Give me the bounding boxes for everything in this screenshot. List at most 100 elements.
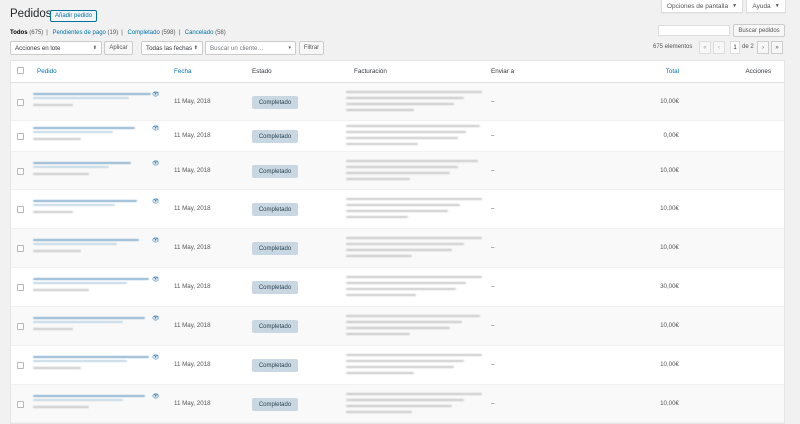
ship-to-value: – <box>491 167 495 174</box>
status-badge: Completado <box>252 242 298 255</box>
bulk-actions-select[interactable]: Acciones en lote ⬍ <box>10 41 102 55</box>
status-badge: Completado <box>252 96 298 109</box>
date-filter-select[interactable]: Todas las fechas ⬍ <box>141 41 203 55</box>
table-row[interactable]: 👁 11 May, 2018 Completado – 10,00€ <box>11 346 784 385</box>
column-date[interactable]: Fecha <box>174 68 192 75</box>
row-checkbox[interactable] <box>17 362 24 369</box>
filter-cancelled[interactable]: Cancelado (58) <box>185 30 226 36</box>
next-page-button[interactable]: › <box>757 41 769 54</box>
status-badge: Completado <box>252 165 298 178</box>
table-body: 👁 11 May, 2018 Completado – 10,00€ 👁 11 May, 2… <box>11 83 784 423</box>
order-date: 11 May, 2018 <box>174 322 211 329</box>
table-row[interactable]: 👁 11 May, 2018 Completado – 10,00€ <box>11 190 784 229</box>
table-row[interactable]: 👁 11 May, 2018 Completado – 10,00€ <box>11 385 784 423</box>
eye-icon[interactable]: 👁 <box>152 125 160 132</box>
ship-to-value: – <box>491 205 495 212</box>
filter-button[interactable]: Filtrar <box>299 41 324 55</box>
search-orders-button[interactable]: Buscar pedidos <box>733 24 785 37</box>
caret-down-icon: ▼ <box>774 3 780 9</box>
row-checkbox[interactable] <box>17 99 24 106</box>
add-order-button[interactable]: Añadir pedido <box>50 10 98 22</box>
customer-search-select[interactable]: Buscar un cliente… ▾ <box>205 41 296 55</box>
eye-icon[interactable]: 👁 <box>152 237 160 244</box>
filter-completed[interactable]: Completado (598) <box>127 30 175 36</box>
order-date: 11 May, 2018 <box>174 167 211 174</box>
table-row[interactable]: 👁 11 May, 2018 Completado – 10,00€ <box>11 83 784 121</box>
apply-button[interactable]: Aplicar <box>104 41 133 55</box>
filter-pending[interactable]: Pendientes de pago (19) <box>52 30 118 36</box>
status-badge: Completado <box>252 130 298 143</box>
customer-search-placeholder: Buscar un cliente… <box>210 44 264 52</box>
table-row[interactable]: 👁 11 May, 2018 Completado – 10,00€ <box>11 307 784 346</box>
eye-icon[interactable]: 👁 <box>152 315 160 322</box>
status-badge: Completado <box>252 359 298 372</box>
ship-to-value: – <box>491 244 495 251</box>
order-total: 10,00€ <box>660 205 679 212</box>
items-count: 675 elementos <box>653 44 693 50</box>
row-checkbox[interactable] <box>17 168 24 175</box>
order-date: 11 May, 2018 <box>174 244 211 251</box>
order-date: 11 May, 2018 <box>174 98 211 105</box>
eye-icon[interactable]: 👁 <box>152 354 160 361</box>
ship-to-value: – <box>491 322 495 329</box>
order-date: 11 May, 2018 <box>174 400 211 407</box>
caret-down-icon: ▼ <box>732 3 738 9</box>
row-checkbox[interactable] <box>17 206 24 213</box>
table-header: Pedido Fecha Estado Facturación Enviar a… <box>11 61 784 83</box>
filter-all[interactable]: Todos (675) <box>10 30 43 36</box>
column-order[interactable]: Pedido <box>37 68 57 75</box>
row-checkbox[interactable] <box>17 401 24 408</box>
page-title: Pedidos <box>10 8 52 20</box>
table-row[interactable]: 👁 11 May, 2018 Completado – 30,00€ <box>11 268 784 307</box>
updown-arrows-icon: ⬍ <box>193 45 198 51</box>
eye-icon[interactable]: 👁 <box>152 393 160 400</box>
current-page-input[interactable]: 1 <box>730 41 740 54</box>
row-checkbox[interactable] <box>17 245 24 252</box>
caret-down-icon: ▾ <box>288 45 291 51</box>
help-button[interactable]: Ayuda ▼ <box>746 0 786 13</box>
eye-icon[interactable]: 👁 <box>152 160 160 167</box>
total-pages: de 2 <box>742 44 754 50</box>
row-checkbox[interactable] <box>17 133 24 140</box>
status-badge: Completado <box>252 281 298 294</box>
bulk-actions-value: Acciones en lote <box>15 44 61 52</box>
eye-icon[interactable]: 👁 <box>152 91 160 98</box>
column-actions: Acciones <box>745 68 771 75</box>
ship-to-value: – <box>491 283 495 290</box>
eye-icon[interactable]: 👁 <box>152 276 160 283</box>
order-total: 10,00€ <box>660 98 679 105</box>
order-date: 11 May, 2018 <box>174 132 211 139</box>
column-billing: Facturación <box>354 68 387 75</box>
eye-icon[interactable]: 👁 <box>152 198 160 205</box>
prev-page-button[interactable]: ‹ <box>713 41 725 54</box>
row-checkbox[interactable] <box>17 284 24 291</box>
status-filter-links: Todos (675) | Pendientes de pago (19) | Co… <box>10 30 226 36</box>
first-page-button[interactable]: « <box>699 41 711 54</box>
ship-to-value: – <box>491 98 495 105</box>
order-total: 0,00€ <box>663 132 679 139</box>
screen-options-label: Opciones de pantalla <box>666 2 729 10</box>
table-row[interactable]: 👁 11 May, 2018 Completado – 0,00€ <box>11 121 784 152</box>
column-total[interactable]: Total <box>666 68 679 75</box>
table-row[interactable]: 👁 11 May, 2018 Completado – 10,00€ <box>11 229 784 268</box>
orders-table: Pedido Fecha Estado Facturación Enviar a… <box>10 60 785 424</box>
order-total: 10,00€ <box>660 361 679 368</box>
order-date: 11 May, 2018 <box>174 205 211 212</box>
select-all-checkbox[interactable] <box>17 67 24 74</box>
search-input[interactable] <box>658 25 730 36</box>
order-total: 10,00€ <box>660 167 679 174</box>
table-row[interactable]: 👁 11 May, 2018 Completado – 10,00€ <box>11 152 784 190</box>
help-label: Ayuda <box>752 2 771 10</box>
last-page-button[interactable]: » <box>771 41 783 54</box>
order-total: 10,00€ <box>660 244 679 251</box>
ship-to-value: – <box>491 132 495 139</box>
date-filter-value: Todas las fechas <box>146 44 193 52</box>
screen-options-button[interactable]: Opciones de pantalla ▼ <box>661 0 743 13</box>
ship-to-value: – <box>491 361 495 368</box>
order-date: 11 May, 2018 <box>174 283 211 290</box>
row-checkbox[interactable] <box>17 323 24 330</box>
status-badge: Completado <box>252 398 298 411</box>
column-status: Estado <box>252 68 272 75</box>
status-badge: Completado <box>252 320 298 333</box>
ship-to-value: – <box>491 400 495 407</box>
